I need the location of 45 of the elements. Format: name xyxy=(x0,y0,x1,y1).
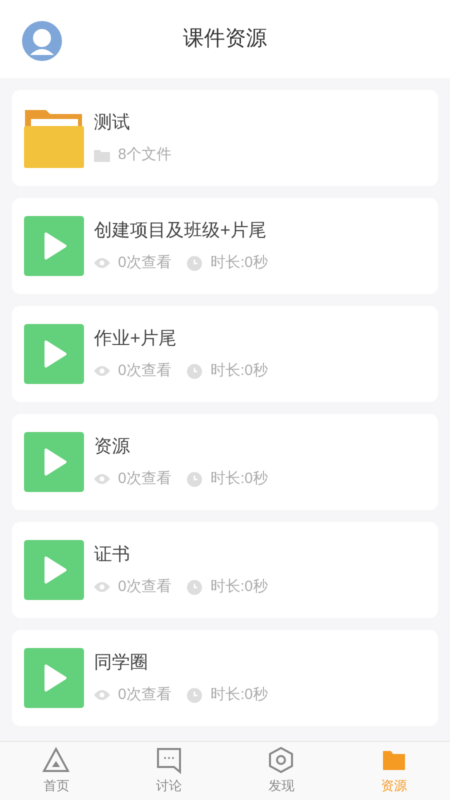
hexagon-icon xyxy=(267,746,296,774)
triangle-icon xyxy=(42,746,70,774)
view-count: 0次查看 xyxy=(118,468,172,489)
clock-icon xyxy=(187,580,202,594)
eye-icon xyxy=(94,689,110,701)
item-title: 创建项目及班级+片尾 xyxy=(94,218,268,242)
resource-card[interactable]: 创建项目及班级+片尾 0次查看 时长:0秒 xyxy=(12,198,438,294)
duration: 时长:0秒 xyxy=(210,252,268,273)
view-count: 0次查看 xyxy=(118,252,172,273)
clock-icon xyxy=(187,256,202,270)
view-count: 0次查看 xyxy=(118,684,172,705)
play-video-icon xyxy=(24,540,84,600)
item-title: 资源 xyxy=(94,434,131,458)
play-video-icon xyxy=(24,648,84,708)
resource-card[interactable]: 测试 8个文件 xyxy=(12,90,438,186)
resource-card[interactable]: 证书 0次查看 时长:0秒 xyxy=(12,522,438,618)
item-title: 作业+片尾 xyxy=(94,326,178,350)
eye-icon xyxy=(94,473,110,485)
resource-card[interactable]: 同学圈 0次查看 时长:0秒 xyxy=(12,630,438,726)
duration: 时长:0秒 xyxy=(210,360,268,381)
clock-icon xyxy=(187,364,202,378)
item-title: 同学圈 xyxy=(94,650,149,674)
eye-icon xyxy=(94,257,110,269)
item-title: 证书 xyxy=(94,542,131,566)
resource-card[interactable]: 作业+片尾 0次查看 时长:0秒 xyxy=(12,306,438,402)
file-count: 8个文件 xyxy=(118,144,172,165)
resource-card[interactable]: 资源 0次查看 时长:0秒 xyxy=(12,414,438,510)
folder-icon xyxy=(94,148,110,162)
play-video-icon xyxy=(24,324,84,384)
eye-icon xyxy=(94,581,110,593)
play-video-icon xyxy=(24,216,84,276)
eye-icon xyxy=(94,365,110,377)
duration: 时长:0秒 xyxy=(210,684,268,705)
play-video-icon xyxy=(24,432,84,492)
clock-icon xyxy=(187,688,202,702)
clock-icon xyxy=(187,472,202,486)
avatar-icon[interactable] xyxy=(22,21,62,61)
duration: 时长:0秒 xyxy=(210,576,268,597)
folder-icon xyxy=(24,108,84,168)
page-title: 课件资源 xyxy=(183,26,267,52)
view-count: 0次查看 xyxy=(118,576,172,597)
view-count: 0次查看 xyxy=(118,360,172,381)
chat-icon xyxy=(154,746,183,774)
duration: 时长:0秒 xyxy=(210,468,268,489)
item-title: 测试 xyxy=(94,110,131,134)
